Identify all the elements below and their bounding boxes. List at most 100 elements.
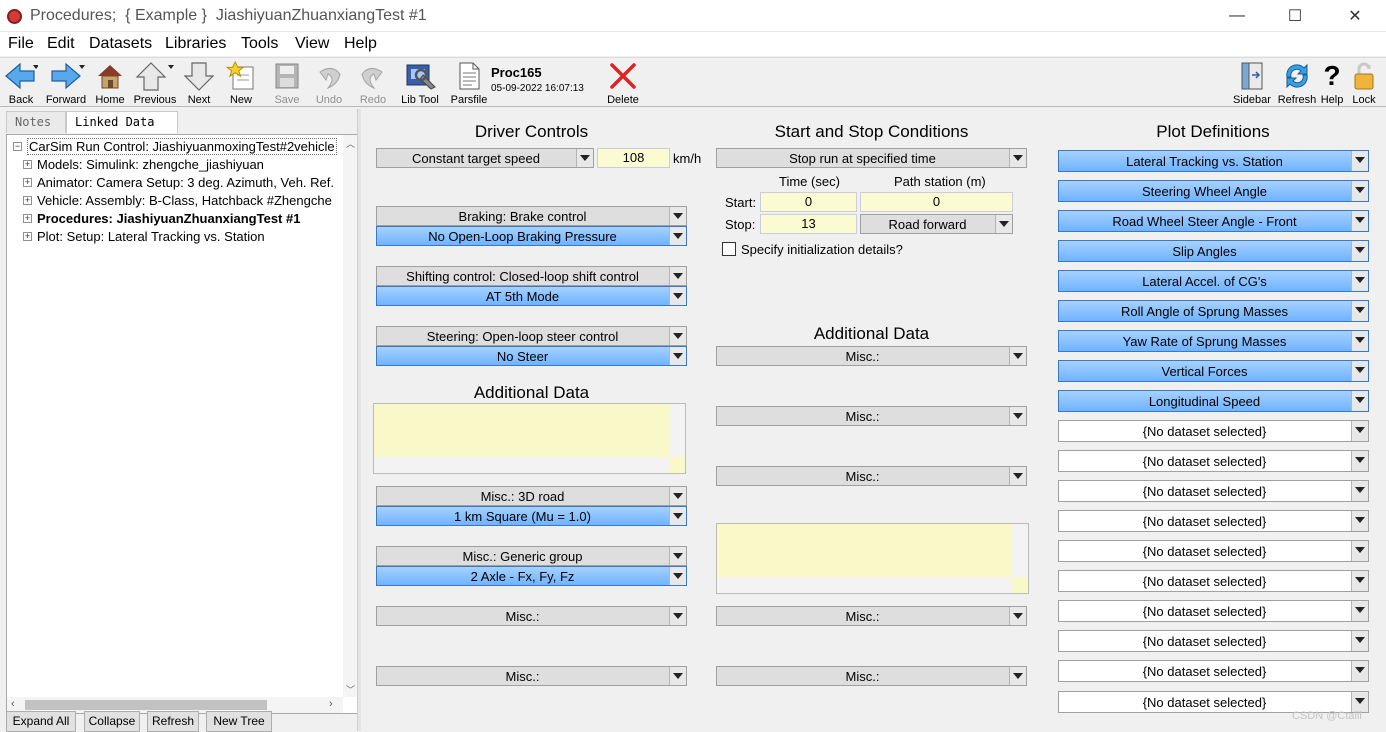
- chevron-down-icon[interactable]: [1351, 541, 1368, 561]
- init-details-checkbox[interactable]: [722, 242, 736, 256]
- refresh-tree-button[interactable]: Refresh: [147, 711, 199, 732]
- expand-icon[interactable]: +: [23, 214, 32, 223]
- tree-node[interactable]: + Models: Simulink: zhengche_jiashiyuan: [23, 156, 264, 173]
- speed-mode-dropdown[interactable]: Constant target speed: [376, 148, 594, 168]
- tab-notes[interactable]: Notes: [6, 111, 66, 133]
- shifting-header-dropdown[interactable]: Shifting control: Closed-loop shift cont…: [376, 266, 687, 286]
- chevron-down-icon[interactable]: [1351, 451, 1368, 471]
- braking-header-dropdown[interactable]: Braking: Brake control: [376, 206, 687, 226]
- plot-dropdown-4[interactable]: Slip Angles: [1058, 240, 1369, 262]
- chevron-down-icon[interactable]: [1009, 467, 1026, 485]
- driver-misc-dropdown-2[interactable]: Misc.:: [376, 666, 687, 686]
- textarea-horizontal-scrollbar[interactable]: [374, 457, 669, 473]
- scroll-left-icon[interactable]: ‹: [11, 698, 15, 710]
- steering-dataset-dropdown[interactable]: No Steer: [376, 346, 687, 366]
- parsfile-button[interactable]: Parsfile: [449, 60, 489, 106]
- chevron-down-icon[interactable]: [669, 327, 686, 345]
- plot-dropdown-1[interactable]: Lateral Tracking vs. Station: [1058, 150, 1369, 172]
- refresh-button[interactable]: Refresh: [1276, 60, 1318, 106]
- chevron-down-icon[interactable]: [1351, 631, 1368, 651]
- delete-button[interactable]: Delete: [604, 60, 642, 106]
- start-time-input[interactable]: 0: [760, 192, 857, 212]
- startstop-misc-dropdown-3[interactable]: Misc.:: [716, 466, 1027, 486]
- plot-dropdown-16[interactable]: {No dataset selected}: [1058, 600, 1369, 622]
- chevron-down-icon[interactable]: [1009, 347, 1026, 365]
- chevron-down-icon[interactable]: [669, 487, 686, 505]
- plot-dropdown-2[interactable]: Steering Wheel Angle: [1058, 180, 1369, 202]
- expand-icon[interactable]: +: [23, 178, 32, 187]
- save-button[interactable]: Save: [270, 60, 304, 106]
- menu-libraries[interactable]: Libraries: [165, 35, 226, 53]
- startstop-misc-dropdown-4[interactable]: Misc.:: [716, 606, 1027, 626]
- collapse-button[interactable]: Collapse: [84, 711, 140, 732]
- road-header-dropdown[interactable]: Misc.: 3D road: [376, 486, 687, 506]
- previous-button[interactable]: Previous: [131, 60, 179, 106]
- driver-additional-data-textarea[interactable]: [373, 403, 686, 474]
- close-button[interactable]: ✕: [1332, 0, 1378, 32]
- chevron-down-icon[interactable]: [669, 287, 686, 305]
- chevron-down-icon[interactable]: [1351, 241, 1368, 261]
- lock-button[interactable]: Lock: [1350, 60, 1378, 106]
- chevron-down-icon[interactable]: [1351, 301, 1368, 321]
- chevron-down-icon[interactable]: [1351, 271, 1368, 291]
- startstop-additional-data-textarea[interactable]: [716, 523, 1029, 594]
- target-speed-input[interactable]: 108: [597, 148, 670, 168]
- chevron-down-icon[interactable]: [669, 347, 686, 365]
- generic-header-dropdown[interactable]: Misc.: Generic group: [376, 546, 687, 566]
- chevron-down-icon[interactable]: [1351, 511, 1368, 531]
- next-button[interactable]: Next: [182, 60, 216, 106]
- stop-mode-dropdown[interactable]: Stop run at specified time: [716, 148, 1027, 168]
- chevron-down-icon[interactable]: [1351, 661, 1368, 681]
- menu-tools[interactable]: Tools: [241, 35, 278, 53]
- chevron-down-icon[interactable]: [1009, 149, 1026, 167]
- startstop-misc-dropdown-5[interactable]: Misc.:: [716, 666, 1027, 686]
- back-button[interactable]: Back: [2, 60, 40, 106]
- plot-dropdown-12[interactable]: {No dataset selected}: [1058, 480, 1369, 502]
- tree-node[interactable]: + Animator: Camera Setup: 3 deg. Azimuth,…: [23, 174, 334, 191]
- chevron-down-icon[interactable]: [669, 267, 686, 285]
- scroll-up-icon[interactable]: ︿: [346, 137, 355, 150]
- chevron-down-icon[interactable]: [995, 215, 1012, 233]
- plot-dropdown-15[interactable]: {No dataset selected}: [1058, 570, 1369, 592]
- chevron-down-icon[interactable]: [1351, 181, 1368, 201]
- menu-help[interactable]: Help: [344, 35, 377, 53]
- plot-dropdown-5[interactable]: Lateral Accel. of CG's: [1058, 270, 1369, 292]
- tree-node[interactable]: − CarSim Run Control: JiashiyuanmoxingTes…: [13, 138, 337, 155]
- plot-dropdown-14[interactable]: {No dataset selected}: [1058, 540, 1369, 562]
- scroll-right-icon[interactable]: ›: [329, 698, 333, 710]
- chevron-down-icon[interactable]: [669, 547, 686, 565]
- chevron-down-icon[interactable]: [1351, 151, 1368, 171]
- menu-file[interactable]: File: [8, 35, 34, 53]
- chevron-down-icon[interactable]: [576, 149, 593, 167]
- braking-dataset-dropdown[interactable]: No Open-Loop Braking Pressure: [376, 226, 687, 246]
- help-button[interactable]: ? Help: [1320, 60, 1344, 106]
- chevron-down-icon[interactable]: [669, 507, 686, 525]
- chevron-down-icon[interactable]: [669, 607, 686, 625]
- tab-linked-data[interactable]: Linked Data: [66, 111, 178, 133]
- expand-all-button[interactable]: Expand All: [6, 711, 76, 732]
- expand-icon[interactable]: +: [23, 160, 32, 169]
- plot-dropdown-18[interactable]: {No dataset selected}: [1058, 660, 1369, 682]
- menu-edit[interactable]: Edit: [47, 35, 75, 53]
- menu-view[interactable]: View: [295, 35, 329, 53]
- plot-dropdown-11[interactable]: {No dataset selected}: [1058, 450, 1369, 472]
- tree-vertical-scrollbar[interactable]: ︿ ﹀: [343, 135, 358, 697]
- chevron-down-icon[interactable]: [1009, 407, 1026, 425]
- chevron-down-icon[interactable]: [1351, 391, 1368, 411]
- maximize-button[interactable]: ☐: [1272, 0, 1318, 32]
- sidebar-button[interactable]: Sidebar: [1232, 60, 1272, 106]
- driver-misc-dropdown-1[interactable]: Misc.:: [376, 606, 687, 626]
- menu-datasets[interactable]: Datasets: [89, 35, 152, 53]
- chevron-down-icon[interactable]: [1009, 607, 1026, 625]
- textarea-vertical-scrollbar[interactable]: [669, 404, 685, 457]
- chevron-down-icon[interactable]: [669, 567, 686, 585]
- shifting-dataset-dropdown[interactable]: AT 5th Mode: [376, 286, 687, 306]
- chevron-down-icon[interactable]: [1351, 571, 1368, 591]
- startstop-misc-dropdown-2[interactable]: Misc.:: [716, 406, 1027, 426]
- libtool-button[interactable]: Lib Tool: [398, 60, 442, 106]
- new-tree-button[interactable]: New Tree: [206, 711, 272, 732]
- expand-icon[interactable]: +: [23, 196, 32, 205]
- scroll-down-icon[interactable]: ﹀: [346, 683, 355, 696]
- forward-button[interactable]: Forward: [42, 60, 90, 106]
- tree-node[interactable]: + Vehicle: Assembly: B-Class, Hatchback #…: [23, 192, 332, 209]
